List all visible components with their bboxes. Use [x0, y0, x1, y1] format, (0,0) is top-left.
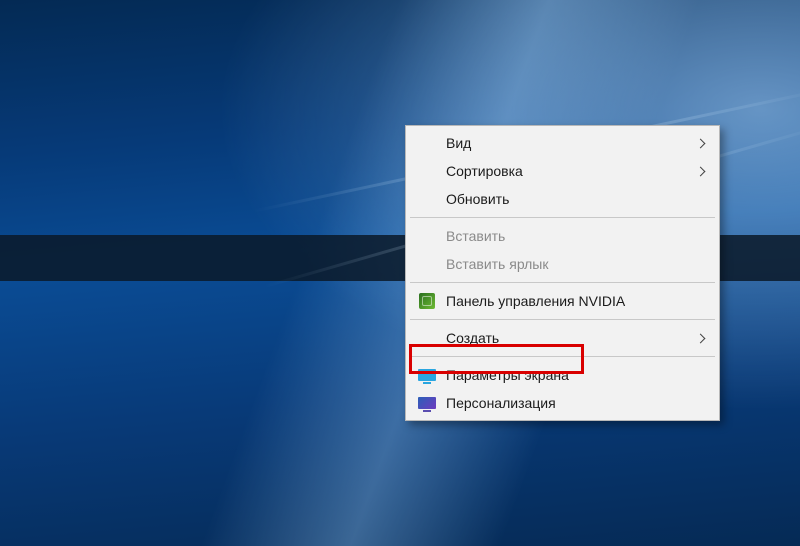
display-monitor-icon [416, 365, 438, 385]
menu-item-sort[interactable]: Сортировка [408, 157, 717, 185]
menu-item-paste-shortcut: Вставить ярлык [408, 250, 717, 278]
chevron-right-icon [693, 168, 707, 175]
icon-slot-empty [416, 133, 438, 153]
menu-label: Вставить [446, 228, 707, 244]
chevron-right-icon [693, 335, 707, 342]
menu-item-display-settings[interactable]: Параметры экрана [408, 361, 717, 389]
menu-label: Сортировка [446, 163, 685, 179]
menu-item-refresh[interactable]: Обновить [408, 185, 717, 213]
menu-label: Вставить ярлык [446, 256, 707, 272]
icon-slot-empty [416, 254, 438, 274]
menu-label: Параметры экрана [446, 367, 707, 383]
desktop-context-menu: Вид Сортировка Обновить Вставить Вставит… [405, 125, 720, 421]
menu-label: Создать [446, 330, 685, 346]
menu-item-personalize[interactable]: Персонализация [408, 389, 717, 417]
menu-item-paste: Вставить [408, 222, 717, 250]
menu-item-nvidia-cp[interactable]: Панель управления NVIDIA [408, 287, 717, 315]
icon-slot-empty [416, 226, 438, 246]
menu-item-create[interactable]: Создать [408, 324, 717, 352]
menu-separator [410, 319, 715, 320]
menu-separator [410, 356, 715, 357]
nvidia-icon [416, 291, 438, 311]
menu-separator [410, 217, 715, 218]
icon-slot-empty [416, 189, 438, 209]
menu-item-view[interactable]: Вид [408, 129, 717, 157]
menu-label: Панель управления NVIDIA [446, 293, 707, 309]
menu-label: Обновить [446, 191, 707, 207]
icon-slot-empty [416, 328, 438, 348]
personalization-icon [416, 393, 438, 413]
menu-label: Персонализация [446, 395, 707, 411]
menu-label: Вид [446, 135, 685, 151]
chevron-right-icon [693, 140, 707, 147]
menu-separator [410, 282, 715, 283]
icon-slot-empty [416, 161, 438, 181]
